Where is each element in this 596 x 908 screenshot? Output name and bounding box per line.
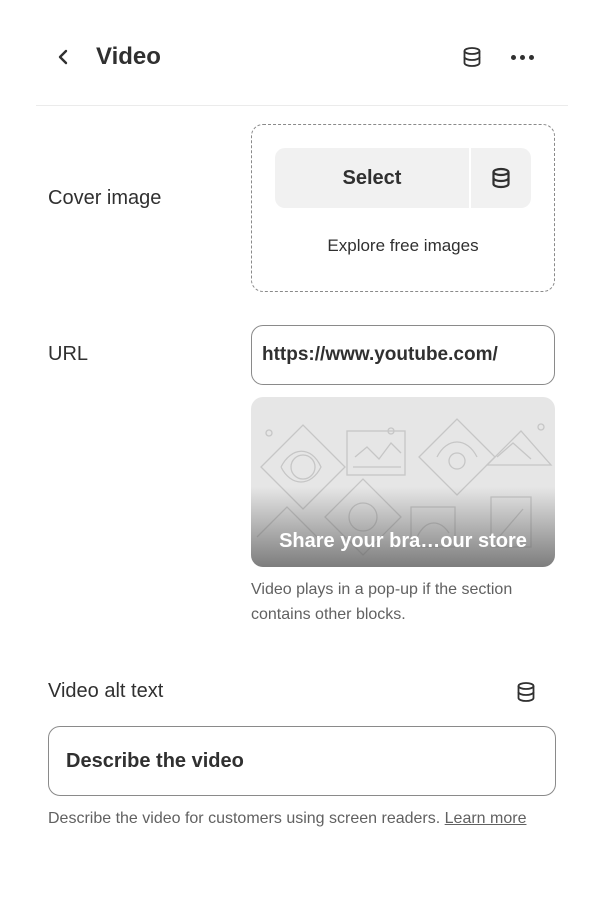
- explore-free-images-link[interactable]: Explore free images: [251, 236, 555, 256]
- database-icon: [463, 47, 481, 67]
- url-input[interactable]: [251, 325, 555, 385]
- page-title: Video: [96, 43, 161, 70]
- video-alt-text-label: Video alt text: [48, 680, 164, 702]
- ellipsis-icon-dot: [519, 54, 525, 60]
- connect-alt-text-source-button[interactable]: [512, 678, 540, 706]
- chevron-left-icon: [58, 49, 68, 65]
- alt-text-help: Describe the video for customers using s…: [48, 806, 548, 831]
- connect-image-source-button[interactable]: [471, 148, 531, 208]
- select-image-button[interactable]: Select: [275, 148, 469, 208]
- video-title: Share your bra…our store: [279, 530, 527, 552]
- video-thumbnail[interactable]: Share your bra…our store: [251, 397, 555, 567]
- video-alt-text-input[interactable]: [48, 726, 556, 796]
- connect-source-button[interactable]: [458, 43, 486, 71]
- video-help-text: Video plays in a pop-up if the section c…: [251, 581, 513, 623]
- learn-more-link[interactable]: Learn more: [445, 810, 527, 827]
- thumbnail-shade: [251, 487, 555, 567]
- cover-image-label: Cover image: [48, 187, 162, 209]
- back-button[interactable]: [48, 40, 78, 74]
- alt-text-help-text: Describe the video for customers using s…: [48, 810, 441, 827]
- ellipsis-icon-dot: [510, 54, 516, 60]
- more-actions-button[interactable]: [504, 42, 540, 72]
- database-icon: [517, 682, 535, 702]
- url-label: URL: [48, 343, 89, 365]
- ellipsis-icon-dot: [528, 54, 534, 60]
- database-icon: [492, 167, 510, 189]
- cover-image-select-group: Select: [275, 148, 531, 208]
- header-divider: [36, 105, 568, 106]
